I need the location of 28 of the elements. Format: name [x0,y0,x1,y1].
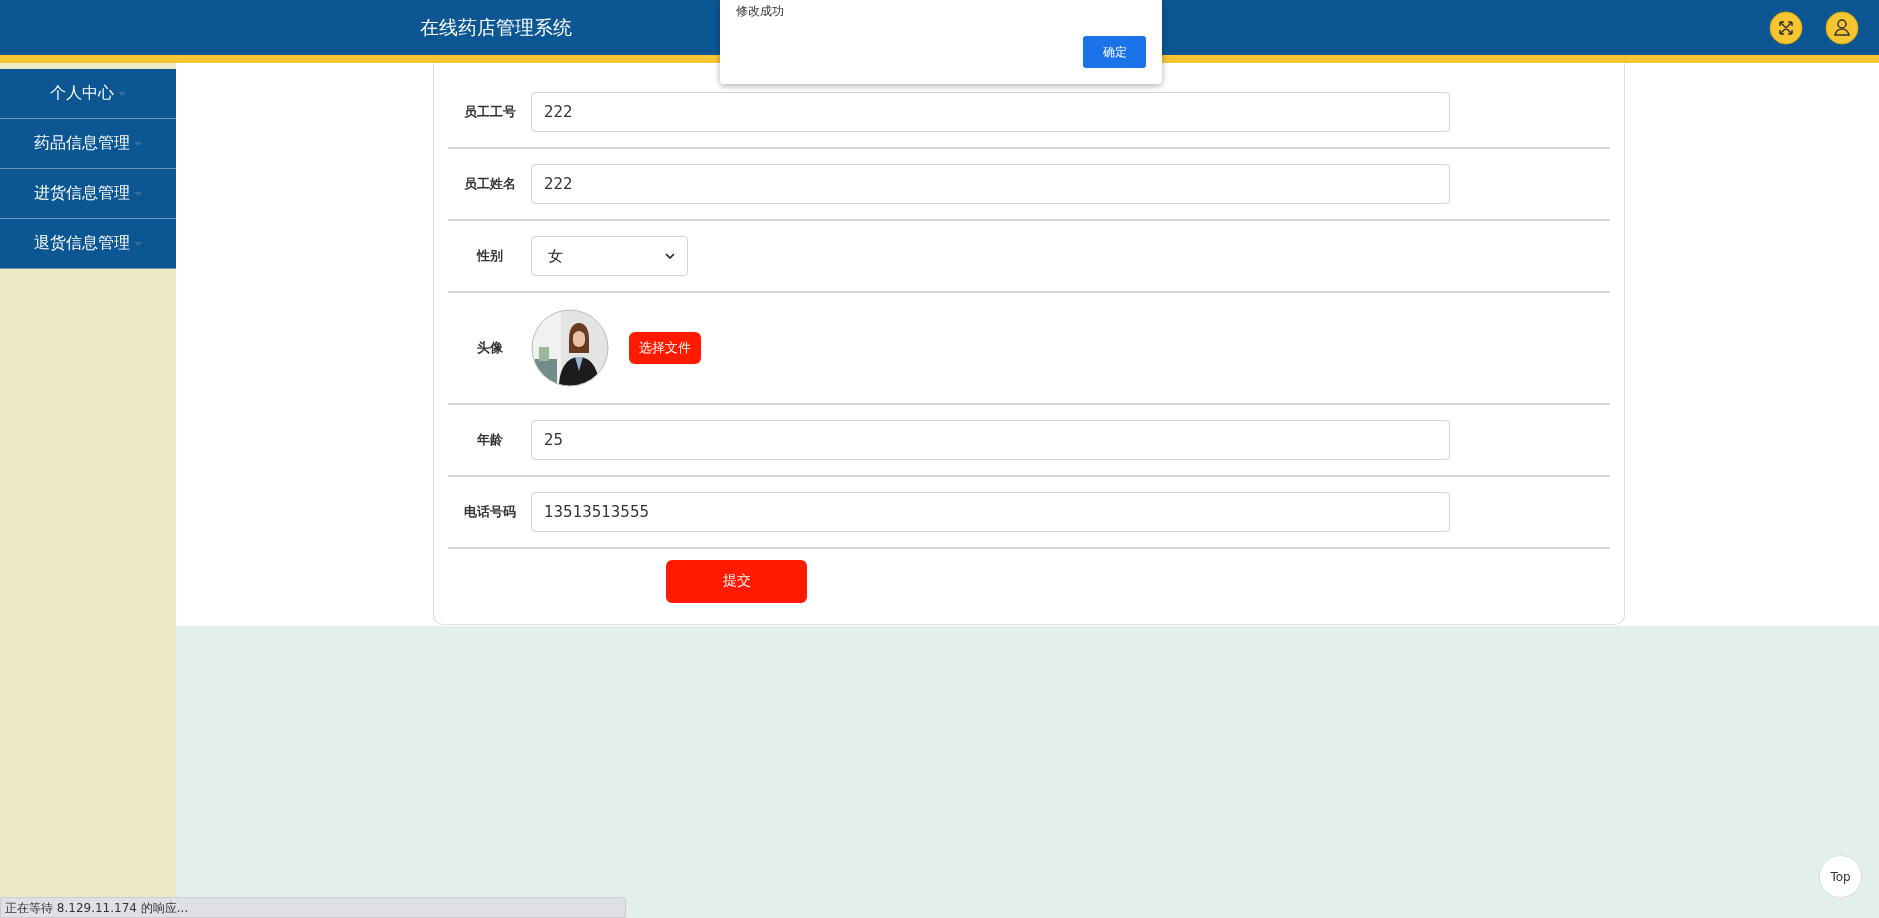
field-label: 头像 [475,339,504,357]
sidebar-item[interactable]: 进货信息管理 [0,169,176,219]
submit-button[interactable]: 提交 [666,559,807,603]
input-field[interactable]: 25 [531,420,1450,460]
confirm-button[interactable]: 确定 [1083,36,1146,68]
sidebar-item[interactable]: 药品信息管理 [0,119,176,169]
sidebar-item[interactable]: 退货信息管理 [0,219,176,269]
dialog-message: 修改成功 [736,3,785,20]
field-label: 员工姓名 [462,175,517,193]
field-label: 员工工号 [462,103,517,121]
chevron-down-icon [665,253,675,259]
input-field[interactable]: 222 [531,92,1450,132]
input-field[interactable]: 13513513555 [531,492,1450,532]
sidebar-item[interactable]: 个人中心 [0,69,176,119]
gender-select[interactable]: 女 [531,236,688,276]
caret-icon [118,91,126,96]
caret-icon [134,141,142,146]
field-label: 年龄 [475,431,504,449]
field-label: 电话号码 [462,503,517,521]
user-icon[interactable] [1825,10,1859,45]
app-title: 在线药店管理系统 [420,14,573,40]
fullscreen-icon[interactable] [1769,10,1803,45]
caret-icon [134,191,142,196]
caret-icon [134,241,142,246]
input-field[interactable]: 222 [531,164,1450,204]
choose-file-button[interactable]: 选择文件 [629,332,701,364]
field-label: 性别 [475,247,504,265]
status-bar: 正在等待 8.129.11.174 的响应... [0,897,626,918]
